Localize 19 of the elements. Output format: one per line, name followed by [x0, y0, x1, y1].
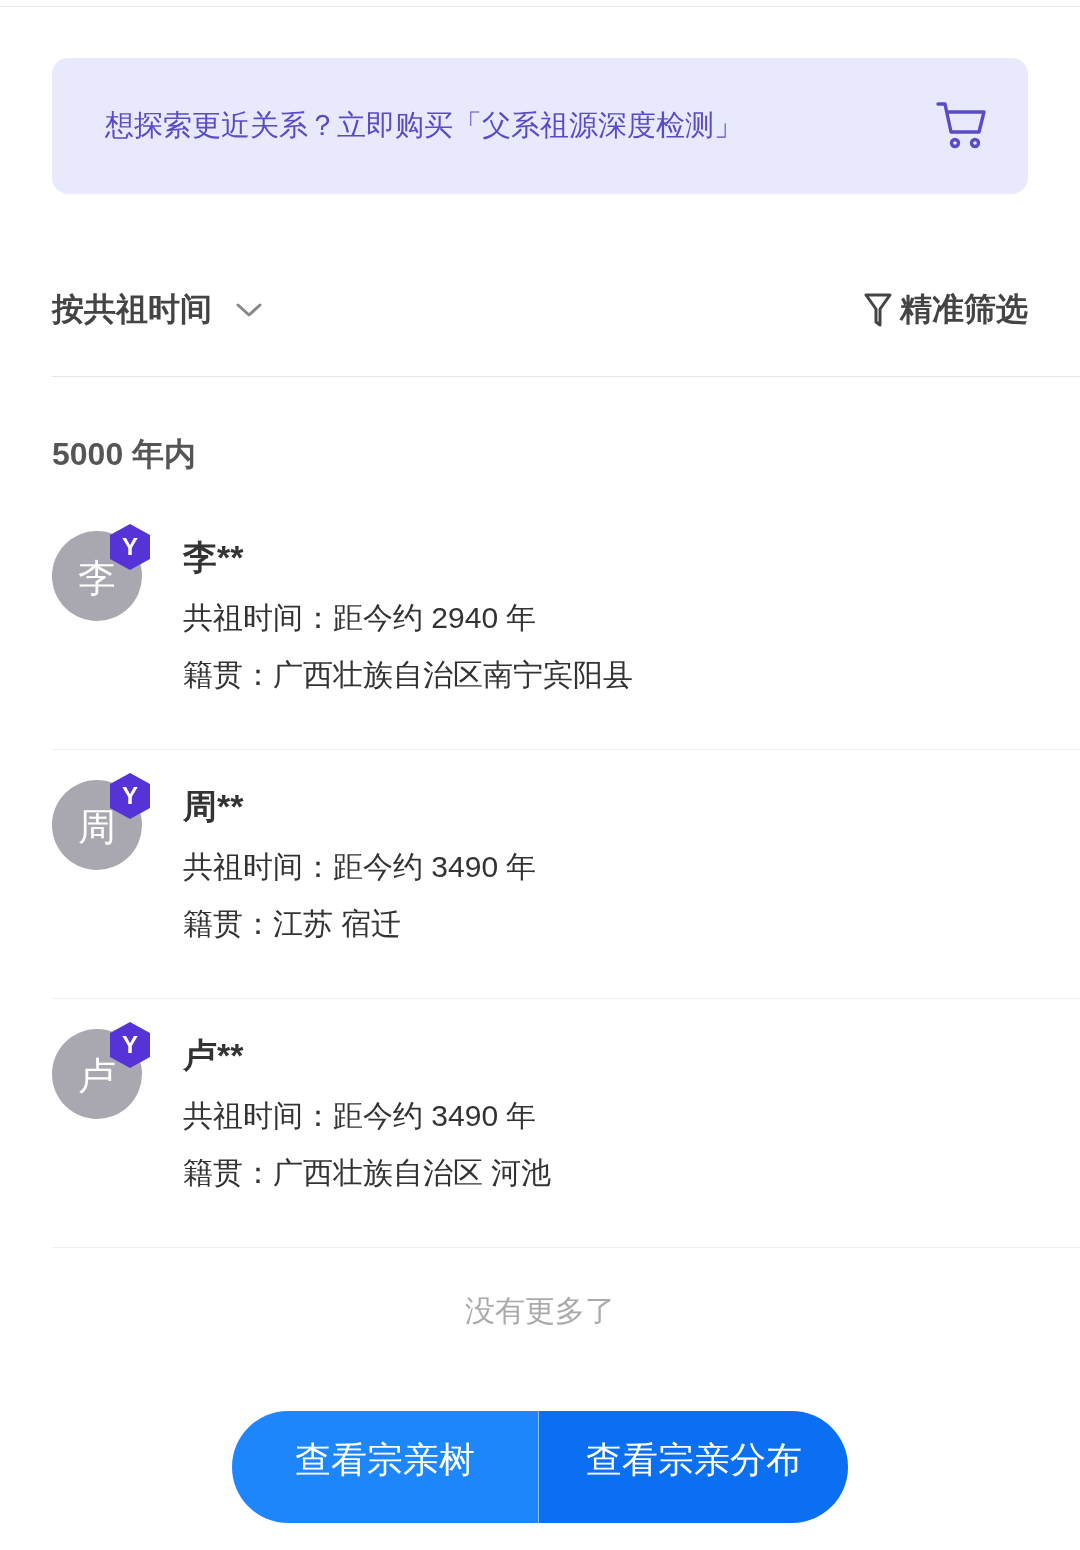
origin-text: 籍贯：江苏 宿迁	[183, 906, 403, 942]
family-tree-button[interactable]: 查看宗亲树	[232, 1411, 539, 1523]
filter-button[interactable]: 精准筛选	[864, 288, 1028, 332]
member-name[interactable]: 李**	[183, 525, 633, 589]
member-name[interactable]: 周**	[183, 774, 537, 838]
origin-text: 籍贯：广西壮族自治区南宁宾阳县	[183, 657, 633, 693]
section-title: 5000 年内	[52, 435, 198, 474]
promo-banner[interactable]: 想探索更近关系？立即购买「父系祖源深度检测」	[52, 58, 1028, 194]
member-name[interactable]: 卢**	[183, 1023, 552, 1087]
promo-text: 想探索更近关系？立即购买「父系祖源深度检测」	[105, 108, 743, 143]
ancestor-time: 共祖时间：距今约 3490 年	[183, 1098, 538, 1134]
chevron-down-icon	[236, 302, 262, 318]
sort-dropdown[interactable]: 按共祖时间	[52, 288, 262, 332]
ancestor-time: 共祖时间：距今约 3490 年	[183, 849, 537, 885]
origin-text: 籍贯：广西壮族自治区 河池	[183, 1155, 552, 1191]
end-note: 没有更多了	[464, 1293, 616, 1329]
distribution-button[interactable]: 查看宗亲分布	[539, 1411, 848, 1523]
ancestor-time: 共祖时间：距今约 2940 年	[183, 600, 538, 636]
filter-icon	[864, 293, 892, 327]
